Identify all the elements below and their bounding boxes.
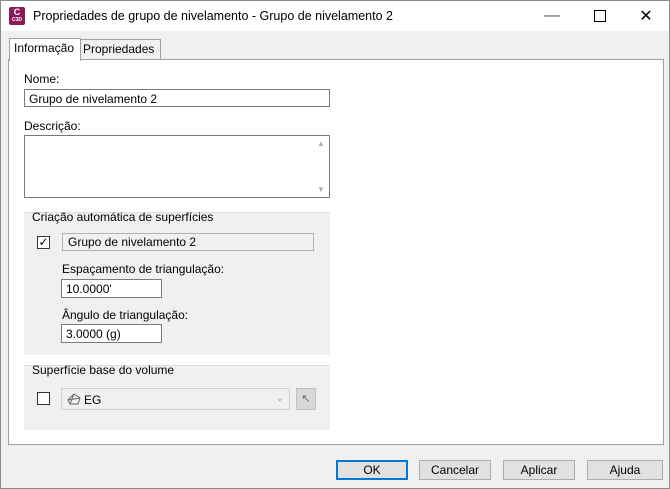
scroll-up-icon[interactable]: ▲ [317, 139, 325, 148]
tab-informacao[interactable]: Informação [9, 38, 81, 61]
volume-base-group: Superfície base do volume EG ⌄ ↖ [24, 363, 330, 430]
close-icon: ✕ [639, 8, 653, 25]
angle-input[interactable]: 3.0000 (g) [61, 324, 162, 343]
auto-surface-group-title: Criação automática de superfícies [32, 210, 214, 224]
tab-propriedades[interactable]: Propriedades [78, 39, 161, 60]
volume-base-group-title: Superfície base do volume [32, 363, 175, 377]
spacing-label: Espaçamento de triangulação: [62, 262, 225, 276]
description-label: Descrição: [24, 119, 81, 133]
civil3d-app-icon: C C3D [9, 7, 25, 25]
auto-surface-checkbox[interactable]: ✓ [37, 236, 50, 249]
close-button[interactable]: ✕ [623, 1, 669, 31]
tab-panel-informacao: Nome: Grupo de nivelamento 2 Descrição: … [8, 59, 664, 445]
auto-surface-group: Criação automática de superfícies ✓ Grup… [24, 210, 330, 355]
cancel-button[interactable]: Cancelar [419, 460, 491, 480]
maximize-icon [594, 10, 606, 22]
minimize-button[interactable]: — [529, 1, 575, 31]
title-bar: C C3D Propriedades de grupo de nivelamen… [1, 1, 669, 31]
angle-label: Ângulo de triangulação: [62, 308, 189, 322]
volume-surface-select[interactable]: EG ⌄ [61, 388, 290, 410]
surface-icon [66, 392, 82, 409]
cursor-pick-icon: ↖ [301, 393, 311, 405]
volume-base-checkbox[interactable] [37, 392, 50, 405]
minimize-icon: — [544, 7, 560, 24]
name-input[interactable]: Grupo de nivelamento 2 [24, 89, 330, 107]
pick-surface-button[interactable]: ↖ [296, 388, 316, 410]
scroll-down-icon[interactable]: ▼ [317, 185, 325, 194]
description-textarea[interactable]: ▲ ▼ [24, 135, 330, 198]
window-title: Propriedades de grupo de nivelamento - G… [33, 9, 393, 23]
description-scrollbar[interactable]: ▲ ▼ [314, 136, 329, 197]
spacing-input[interactable]: 10.0000' [61, 279, 162, 298]
help-button[interactable]: Ajuda [587, 460, 663, 480]
maximize-button[interactable] [577, 1, 623, 31]
volume-surface-value: EG [84, 393, 102, 407]
dialog-window: C C3D Propriedades de grupo de nivelamen… [0, 0, 670, 489]
checkmark-icon: ✓ [38, 235, 49, 249]
ok-button[interactable]: OK [336, 460, 408, 480]
auto-surface-name-field: Grupo de nivelamento 2 [62, 233, 314, 251]
chevron-down-icon: ⌄ [275, 393, 284, 404]
name-label: Nome: [24, 72, 60, 86]
apply-button[interactable]: Aplicar [503, 460, 575, 480]
